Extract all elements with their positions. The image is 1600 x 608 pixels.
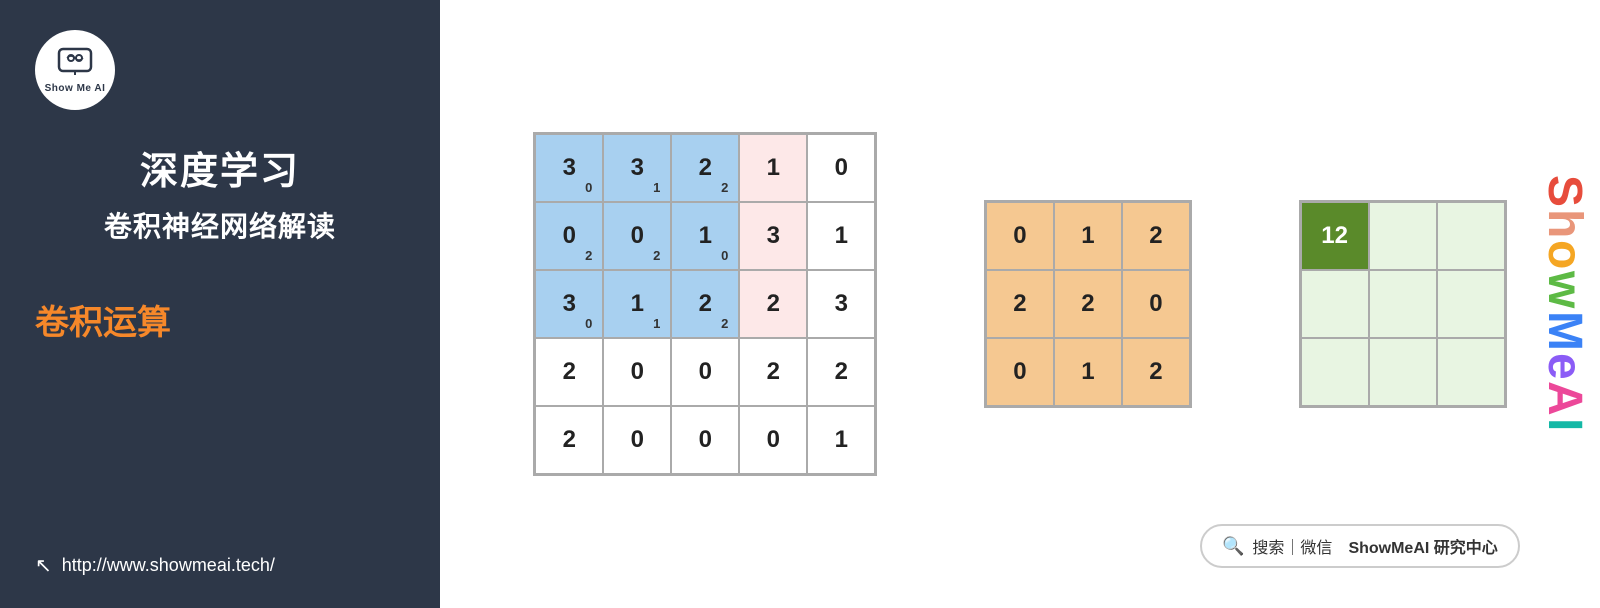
left-panel: Show Me AI 深度学习 卷积神经网络解读 卷积运算 ↖ http://w… (0, 0, 440, 608)
logo-icon (57, 47, 93, 81)
v-char-i: I (1537, 418, 1592, 433)
input-cell-0-4: 0 (807, 134, 875, 202)
input-cell-4-0: 2 (535, 406, 603, 474)
input-cell-1-4: 1 (807, 202, 875, 270)
input-cell-2-0: 30 (535, 270, 603, 338)
input-cell-3-3: 2 (739, 338, 807, 406)
input-cell-2-3: 2 (739, 270, 807, 338)
v-char-h: h (1537, 209, 1592, 240)
output-matrix: 12 (1299, 200, 1507, 408)
kernel-cell-1-2: 0 (1122, 270, 1190, 338)
input-cell-4-3: 0 (739, 406, 807, 474)
input-cell-1-3: 3 (739, 202, 807, 270)
input-matrix-container: 3031221002021031301122232002220001 (533, 132, 877, 476)
search-icon: 🔍 (1222, 536, 1244, 557)
input-cell-0-3: 1 (739, 134, 807, 202)
kernel-cell-0-1: 1 (1054, 202, 1122, 270)
v-char-m: M (1537, 311, 1592, 353)
kernel-cell-1-0: 2 (986, 270, 1054, 338)
kernel-cell-2-2: 2 (1122, 338, 1190, 406)
search-prefix: 搜索｜微信 (1252, 534, 1332, 558)
kernel-cell-0-2: 2 (1122, 202, 1190, 270)
input-cell-2-1: 11 (603, 270, 671, 338)
input-cell-4-1: 0 (603, 406, 671, 474)
output-matrix-container: 12 (1299, 200, 1507, 408)
input-cell-3-0: 2 (535, 338, 603, 406)
input-cell-0-0: 30 (535, 134, 603, 202)
search-bar[interactable]: 🔍 搜索｜微信 ShowMeAI 研究中心 (1200, 524, 1520, 568)
kernel-cell-0-0: 0 (986, 202, 1054, 270)
input-cell-0-2: 22 (671, 134, 739, 202)
logo-circle: Show Me AI (35, 30, 115, 110)
input-cell-4-4: 1 (807, 406, 875, 474)
v-char-w: w (1537, 271, 1592, 310)
input-cell-1-1: 02 (603, 202, 671, 270)
output-cell-0-2 (1437, 202, 1505, 270)
input-matrix: 3031221002021031301122232002220001 (533, 132, 877, 476)
v-char-a: A (1537, 381, 1592, 418)
kernel-cell-1-1: 2 (1054, 270, 1122, 338)
input-cell-4-2: 0 (671, 406, 739, 474)
output-cell-0-1 (1369, 202, 1437, 270)
brand-vertical-text: ShowMeAI (1537, 0, 1592, 608)
logo-area: Show Me AI (35, 30, 405, 110)
highlight-label: 卷积运算 (35, 295, 405, 344)
v-char-e: e (1537, 353, 1592, 382)
sub-title: 卷积神经网络解读 (35, 205, 405, 245)
input-cell-3-4: 2 (807, 338, 875, 406)
output-cell-1-2 (1437, 270, 1505, 338)
output-cell-2-1 (1369, 338, 1437, 406)
kernel-matrix: 012220012 (984, 200, 1192, 408)
cursor-icon: ↖ (35, 553, 52, 578)
main-title: 深度学习 (35, 140, 405, 195)
url-area: ↖ http://www.showmeai.tech/ (35, 553, 275, 578)
input-cell-3-1: 0 (603, 338, 671, 406)
output-cell-1-0 (1301, 270, 1369, 338)
url-text: http://www.showmeai.tech/ (62, 555, 275, 576)
logo-text: Show Me AI (45, 83, 106, 94)
input-cell-1-0: 02 (535, 202, 603, 270)
v-char-s: S (1537, 175, 1592, 209)
kernel-cell-2-1: 1 (1054, 338, 1122, 406)
input-cell-2-4: 3 (807, 270, 875, 338)
right-panel: 3031221002021031301122232002220001 01222… (440, 0, 1600, 608)
output-cell-2-2 (1437, 338, 1505, 406)
search-brand: ShowMeAI 研究中心 (1348, 534, 1497, 558)
kernel-cell-2-0: 0 (986, 338, 1054, 406)
output-cell-1-1 (1369, 270, 1437, 338)
v-char-o: o (1537, 240, 1592, 271)
input-cell-1-2: 10 (671, 202, 739, 270)
kernel-matrix-container: 012220012 (984, 200, 1192, 408)
output-cell-0-0: 12 (1301, 202, 1369, 270)
output-cell-2-0 (1301, 338, 1369, 406)
input-cell-2-2: 22 (671, 270, 739, 338)
input-cell-0-1: 31 (603, 134, 671, 202)
input-cell-3-2: 0 (671, 338, 739, 406)
